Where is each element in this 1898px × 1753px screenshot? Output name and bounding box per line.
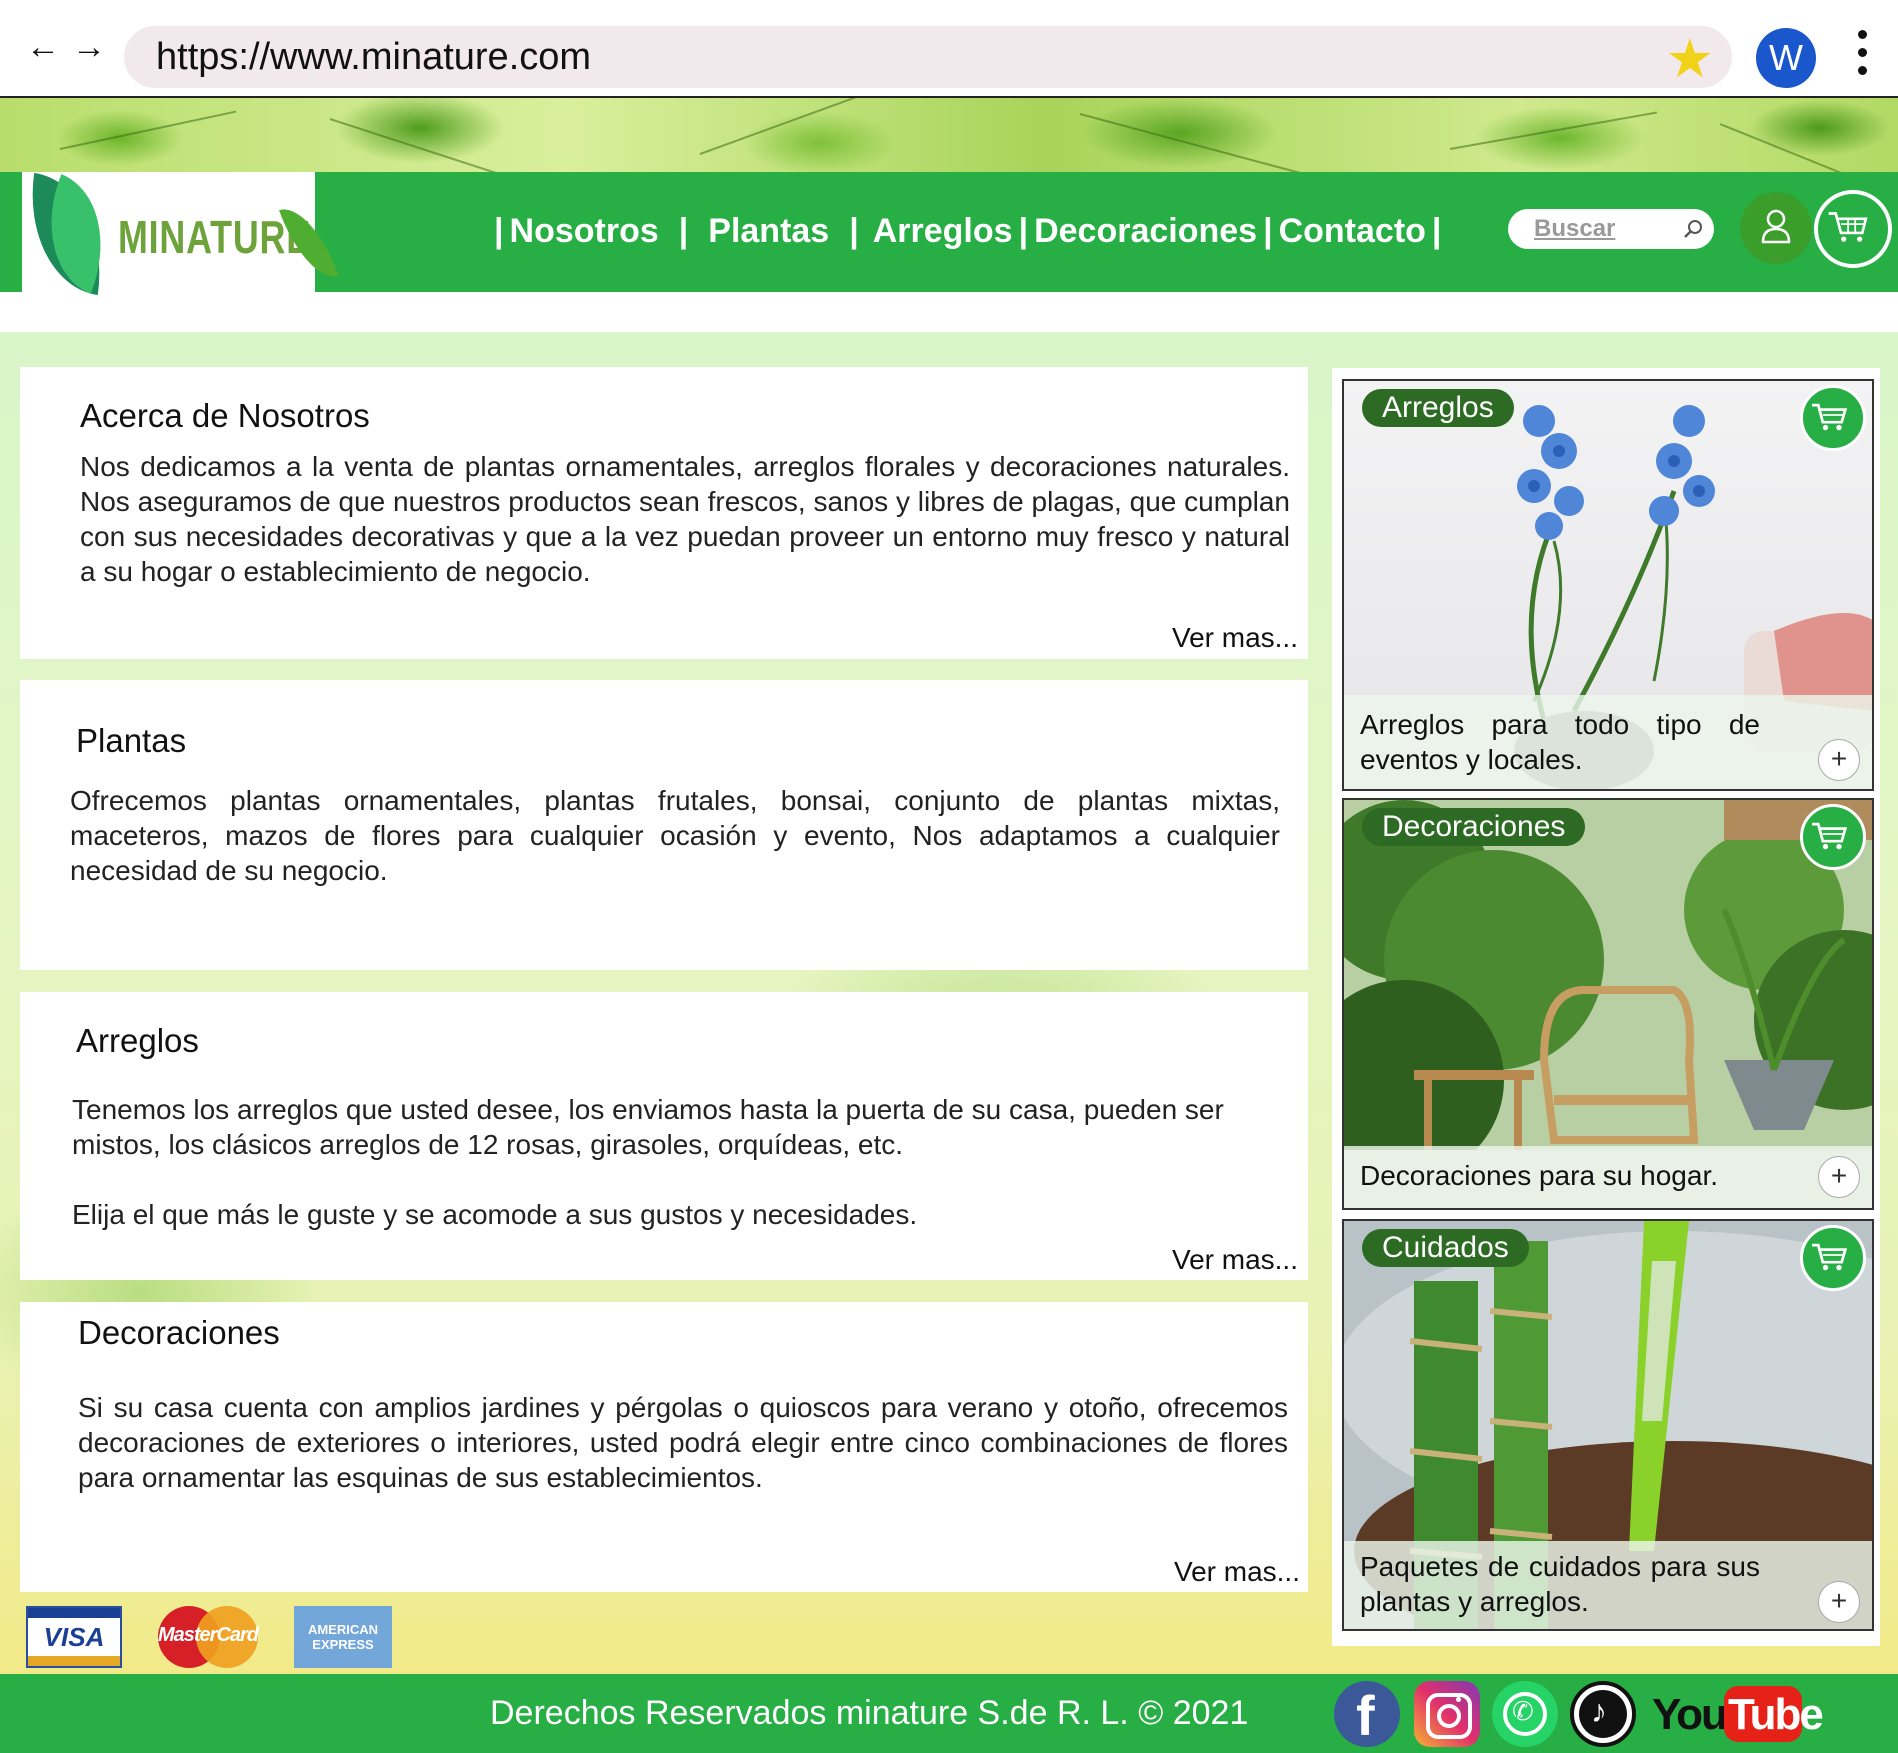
product-caption-text: Decoraciones para su hogar. <box>1360 1160 1718 1191</box>
amex-text: AMERICAN EXPRESS <box>307 1622 379 1652</box>
about-ver-mas-link[interactable]: Ver mas... <box>1172 622 1298 654</box>
arreglos-ver-mas-link[interactable]: Ver mas... <box>1172 1244 1298 1276</box>
search-placeholder: Buscar <box>1534 215 1616 242</box>
decoraciones-section: Decoraciones Si su casa cuenta con ampli… <box>20 1302 1308 1592</box>
url-text[interactable]: https://www.minature.com <box>156 36 591 79</box>
about-text: Nos dedicamos a la venta de plantas orna… <box>80 451 1290 587</box>
nav-decoraciones[interactable]: Decoraciones <box>1034 212 1257 251</box>
product-caption: Decoraciones para su hogar. + <box>1344 1146 1872 1208</box>
add-to-cart-button[interactable] <box>1800 385 1866 451</box>
product-tag-decoraciones: Decoraciones <box>1362 808 1586 846</box>
youtube-you-text: You <box>1652 1690 1728 1739</box>
facebook-icon[interactable]: f <box>1334 1681 1400 1747</box>
cart-icon <box>1828 212 1868 242</box>
product-tag-cuidados: Cuidados <box>1362 1229 1529 1267</box>
amex-logo: AMERICAN EXPRESS <box>294 1606 392 1668</box>
about-title: Acerca de Nosotros <box>80 397 370 434</box>
copyright-text: Derechos Reservados minature S.de R. L. … <box>490 1694 1249 1732</box>
plantas-text: Ofrecemos plantas ornamentales, plantas … <box>70 785 1280 886</box>
forward-arrow-icon[interactable]: → <box>72 30 106 64</box>
site-logo[interactable]: MINATURE <box>0 172 339 296</box>
about-section: Acerca de Nosotros Nos dedicamos a la ve… <box>20 367 1308 659</box>
plus-icon[interactable]: + <box>1818 1581 1860 1623</box>
product-card-arreglos[interactable]: Arreglos Arreglos para todo tipo de even… <box>1342 379 1874 791</box>
cart-button[interactable] <box>1814 190 1892 268</box>
search-input[interactable]: Buscar <box>1508 209 1714 249</box>
nav-contacto[interactable]: Contacto <box>1279 212 1426 251</box>
decoraciones-title: Decoraciones <box>78 1314 280 1351</box>
plantas-section: Plantas Ofrecemos plantas ornamentales, … <box>20 680 1308 970</box>
decoraciones-text: Si su casa cuenta con amplios jardines y… <box>78 1392 1288 1493</box>
visa-logo: VISA <box>26 1606 122 1668</box>
nav-plantas[interactable]: Plantas <box>708 212 829 251</box>
mastercard-text: MasterCard <box>157 1624 259 1646</box>
youtube-icon[interactable]: You Tube <box>1652 1684 1824 1744</box>
add-to-cart-button[interactable] <box>1800 1225 1866 1291</box>
profile-avatar[interactable]: W <box>1756 28 1816 88</box>
back-arrow-icon[interactable]: ← <box>26 30 60 64</box>
product-caption: Paquetes de cuidados para sus plantas y … <box>1344 1541 1872 1629</box>
cart-icon <box>1812 403 1848 431</box>
product-tag-arreglos: Arreglos <box>1362 389 1514 427</box>
star-icon[interactable]: ★ <box>1666 32 1714 86</box>
arreglos-text-2: Elija el que más le guste y se acomode a… <box>72 1199 918 1230</box>
product-card-cuidados[interactable]: Cuidados Paquetes de cuidados para sus p… <box>1342 1219 1874 1631</box>
plus-icon[interactable]: + <box>1818 739 1860 781</box>
product-card-decoraciones[interactable]: Decoraciones Decoraciones para su hogar.… <box>1342 798 1874 1210</box>
youtube-tube-text: Tube <box>1728 1690 1824 1739</box>
user-icon <box>1761 209 1791 244</box>
product-panel: Arreglos Arreglos para todo tipo de even… <box>1332 368 1880 1646</box>
visa-text: VISA <box>43 1622 105 1652</box>
mastercard-logo: MasterCard <box>156 1606 260 1668</box>
product-caption-text: Paquetes de cuidados para sus plantas y … <box>1360 1551 1760 1617</box>
nav-arreglos[interactable]: Arreglos <box>873 212 1013 251</box>
add-to-cart-button[interactable] <box>1800 804 1866 870</box>
nav-nosotros[interactable]: Nosotros <box>510 212 659 251</box>
address-bar[interactable]: https://www.minature.com ★ <box>124 26 1732 88</box>
browser-toolbar: ← → https://www.minature.com ★ W <box>0 0 1898 98</box>
arreglos-text: Tenemos los arreglos que usted desee, lo… <box>72 1094 1224 1160</box>
product-caption-text: Arreglos para todo tipo de eventos y loc… <box>1360 709 1760 775</box>
arreglos-section: Arreglos Tenemos los arreglos que usted … <box>20 992 1308 1280</box>
user-account-button[interactable] <box>1740 192 1812 264</box>
arreglos-title: Arreglos <box>76 1022 199 1059</box>
cart-icon <box>1812 1243 1848 1271</box>
plus-icon[interactable]: + <box>1818 1156 1860 1198</box>
kebab-menu-icon[interactable] <box>1858 30 1868 84</box>
search-icon[interactable] <box>1682 218 1704 240</box>
leaf-banner-image <box>0 98 1898 172</box>
cart-icon <box>1812 822 1848 850</box>
whatsapp-icon[interactable]: ✆ <box>1492 1681 1558 1747</box>
site-footer: Derechos Reservados minature S.de R. L. … <box>0 1674 1898 1753</box>
tiktok-icon[interactable]: ♪ <box>1570 1681 1636 1747</box>
plantas-title: Plantas <box>76 722 187 759</box>
main-nav: | Nosotros | Plantas | Arreglos | Decora… <box>494 211 1442 251</box>
decoraciones-ver-mas-link[interactable]: Ver mas... <box>1174 1556 1300 1588</box>
instagram-icon[interactable] <box>1414 1681 1480 1747</box>
product-caption: Arreglos para todo tipo de eventos y loc… <box>1344 695 1872 789</box>
